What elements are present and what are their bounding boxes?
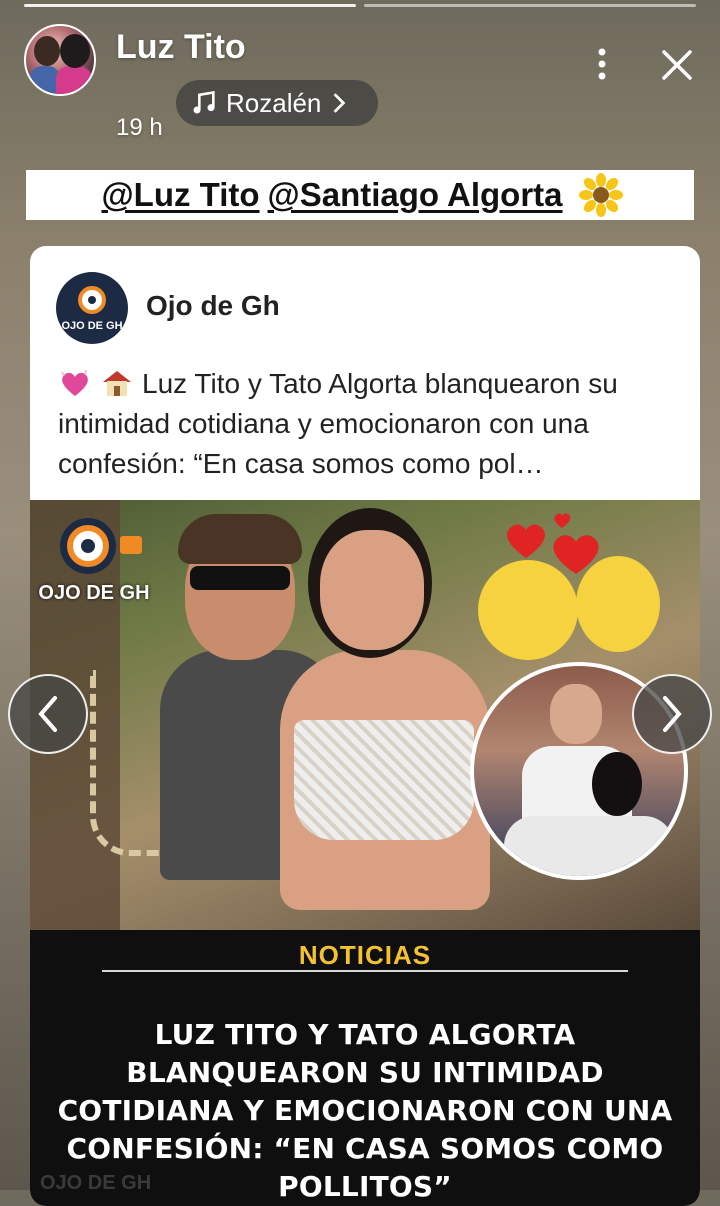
story-username[interactable]: Luz Tito — [116, 28, 246, 67]
previous-story-button[interactable] — [8, 674, 88, 754]
watermark: OJO DE GH — [40, 1172, 152, 1194]
page-logo[interactable]: OJO DE GH — [56, 272, 128, 344]
mention-luz-tito[interactable]: @Luz Tito — [101, 176, 259, 214]
post-image[interactable]: OJO DE GH — [30, 500, 700, 930]
story-timestamp: 19 h — [116, 114, 163, 141]
chevron-right-icon — [663, 696, 682, 732]
sunflower-icon — [578, 173, 623, 217]
news-label: NOTICIAS — [298, 940, 432, 970]
page-logo-text: OJO DE GH — [61, 320, 123, 332]
chick-with-glasses-icon — [576, 556, 660, 652]
avatar[interactable] — [24, 24, 96, 96]
house-icon — [103, 371, 131, 396]
chevron-right-icon — [334, 93, 346, 113]
story-progress-segment-1 — [24, 4, 356, 7]
shared-post-card[interactable]: OJO DE GH Ojo de Gh Luz Tito y Tato Algo… — [30, 246, 700, 1206]
music-title: Rozalén — [226, 87, 322, 118]
more-options-icon[interactable] — [588, 44, 616, 84]
close-icon[interactable] — [656, 44, 698, 86]
chevron-left-icon — [38, 696, 57, 732]
sparkling-heart-icon — [61, 369, 88, 396]
music-note-icon — [193, 90, 215, 114]
ojo-de-gh-logo: OJO DE GH — [38, 510, 150, 610]
mention-santiago-algorta[interactable]: @Santiago Algorta — [268, 176, 563, 214]
news-banner: NOTICIAS LUZ TITO Y TATO ALGORTA BLANQUE… — [30, 930, 700, 1206]
post-caption: Luz Tito y Tato Algorta blanquearon su i… — [58, 364, 688, 484]
page-name[interactable]: Ojo de Gh — [146, 290, 280, 322]
post-header: OJO DE GH Ojo de Gh — [30, 246, 700, 346]
photo-logo-text: OJO DE GH — [38, 582, 150, 604]
story-progress-segment-2 — [364, 4, 696, 7]
next-story-button[interactable] — [632, 674, 712, 754]
post-caption-text: Luz Tito y Tato Algorta blanquearon su i… — [58, 368, 618, 479]
mention-sticker: @Luz Tito @Santiago Algorta — [26, 170, 694, 220]
music-sticker[interactable]: Rozalén — [176, 80, 378, 126]
chick-sticker-icon — [478, 560, 578, 660]
divider — [102, 970, 628, 972]
